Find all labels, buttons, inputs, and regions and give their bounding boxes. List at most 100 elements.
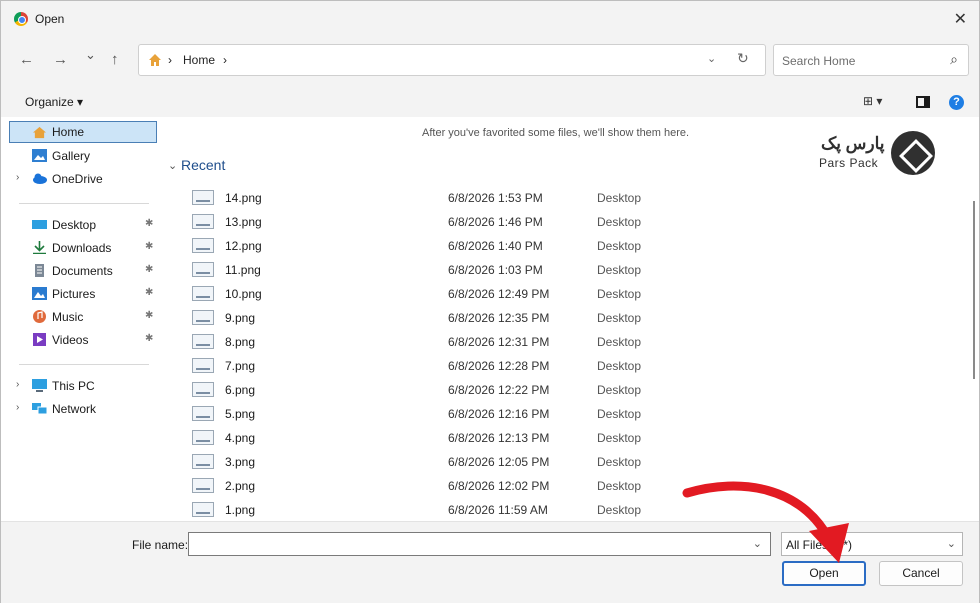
file-name: 7.png — [225, 359, 256, 373]
image-file-icon — [192, 406, 214, 421]
file-date-modified: 6/8/2026 12:28 PM — [448, 359, 550, 373]
sidebar-item-network[interactable]: › Network — [1, 398, 161, 420]
file-name: 12.png — [225, 239, 262, 253]
sidebar-divider — [19, 203, 149, 204]
file-name: 6.png — [225, 383, 256, 397]
vertical-scrollbar[interactable] — [969, 117, 979, 521]
sidebar-item-gallery[interactable]: Gallery — [1, 145, 161, 167]
collapse-chevron-icon[interactable]: ⌄ — [168, 159, 177, 172]
file-row[interactable]: 1.png 6/8/2026 11:59 AM Desktop — [192, 498, 692, 521]
back-arrow-icon[interactable]: ← — [19, 51, 34, 68]
file-location: Desktop — [597, 311, 642, 325]
sidebar-divider — [19, 364, 149, 365]
recent-locations-icon[interactable]: ⌄ — [85, 47, 96, 63]
file-name: 14.png — [225, 191, 262, 205]
scrollbar-thumb[interactable] — [973, 201, 975, 379]
file-date-modified: 6/8/2026 12:02 PM — [448, 479, 550, 493]
file-name: 13.png — [225, 215, 262, 229]
file-row[interactable]: 5.png 6/8/2026 12:16 PM Desktop — [192, 402, 692, 426]
network-icon — [32, 403, 47, 415]
videos-icon — [33, 333, 46, 346]
file-name-dropdown-icon[interactable]: ⌄ — [753, 537, 762, 550]
file-row[interactable]: 12.png 6/8/2026 1:40 PM Desktop — [192, 234, 692, 258]
file-row[interactable]: 8.png 6/8/2026 12:31 PM Desktop — [192, 330, 692, 354]
pc-icon — [32, 379, 47, 392]
file-row[interactable]: 4.png 6/8/2026 12:13 PM Desktop — [192, 426, 692, 450]
file-date-modified: 6/8/2026 12:22 PM — [448, 383, 550, 397]
image-file-icon — [192, 430, 214, 445]
search-icon[interactable]: ⌕ — [950, 51, 958, 68]
file-date-modified: 6/8/2026 1:40 PM — [448, 239, 543, 253]
image-file-icon — [192, 238, 214, 253]
refresh-icon[interactable]: ↻ — [737, 50, 749, 67]
file-row[interactable]: 7.png 6/8/2026 12:28 PM Desktop — [192, 354, 692, 378]
file-date-modified: 6/8/2026 12:35 PM — [448, 311, 550, 325]
pin-icon: ✱ — [145, 333, 154, 344]
close-icon[interactable]: ✕ — [954, 9, 967, 29]
file-location: Desktop — [597, 359, 642, 373]
expand-chevron-icon[interactable]: › — [16, 172, 19, 183]
image-file-icon — [192, 454, 214, 469]
group-header-recent[interactable]: Recent — [181, 157, 225, 173]
sidebar-item-music[interactable]: Music ✱ — [1, 306, 161, 328]
file-type-value: All Files (*.*) — [786, 538, 853, 552]
cancel-button[interactable]: Cancel — [879, 561, 963, 586]
sidebar-item-home[interactable]: Home — [9, 121, 157, 143]
sidebar-item-desktop[interactable]: Desktop ✱ — [1, 214, 161, 236]
file-row[interactable]: 13.png 6/8/2026 1:46 PM Desktop — [192, 210, 692, 234]
sidebar-item-documents[interactable]: Documents ✱ — [1, 260, 161, 282]
organize-button[interactable]: Organize ▾ — [25, 95, 83, 109]
file-row[interactable]: 9.png 6/8/2026 12:35 PM Desktop — [192, 306, 692, 330]
file-name-input[interactable]: ⌄ — [188, 532, 771, 556]
file-row[interactable]: 10.png 6/8/2026 12:49 PM Desktop — [192, 282, 692, 306]
sidebar-item-downloads[interactable]: Downloads ✱ — [1, 237, 161, 259]
view-options-icon[interactable]: ⊞ ▾ — [863, 94, 882, 108]
search-box[interactable]: Search Home ⌕ — [773, 44, 969, 76]
file-location: Desktop — [597, 431, 642, 445]
help-icon[interactable]: ? — [949, 95, 964, 110]
file-date-modified: 6/8/2026 1:46 PM — [448, 215, 543, 229]
file-location: Desktop — [597, 215, 642, 229]
open-button[interactable]: Open — [782, 561, 866, 586]
pin-icon: ✱ — [145, 218, 154, 229]
file-type-dropdown-icon[interactable]: ⌄ — [947, 537, 956, 550]
sidebar-item-label: Downloads — [52, 241, 112, 255]
navigation-bar: ← → ⌄ ↑ › Home › ⌄ ↻ Search Home ⌕ — [1, 37, 979, 85]
address-bar[interactable]: › Home › ⌄ ↻ — [138, 44, 766, 76]
sidebar-item-label: Pictures — [52, 287, 96, 301]
file-date-modified: 6/8/2026 12:49 PM — [448, 287, 550, 301]
file-row[interactable]: 6.png 6/8/2026 12:22 PM Desktop — [192, 378, 692, 402]
sidebar-item-onedrive[interactable]: › OneDrive — [1, 168, 161, 190]
up-arrow-icon[interactable]: ↑ — [111, 51, 119, 68]
file-location: Desktop — [597, 407, 642, 421]
file-name: 1.png — [225, 503, 256, 517]
breadcrumb-home[interactable]: Home — [183, 53, 215, 67]
file-row[interactable]: 11.png 6/8/2026 1:03 PM Desktop — [192, 258, 692, 282]
breadcrumb-separator[interactable]: › — [223, 53, 227, 67]
sidebar-item-this-pc[interactable]: › This PC — [1, 375, 161, 397]
expand-chevron-icon[interactable]: › — [16, 379, 19, 390]
sidebar-item-pictures[interactable]: Pictures ✱ — [1, 283, 161, 305]
address-dropdown-icon[interactable]: ⌄ — [707, 52, 716, 65]
file-row[interactable]: 3.png 6/8/2026 12:05 PM Desktop — [192, 450, 692, 474]
preview-pane-icon[interactable] — [916, 96, 930, 108]
file-date-modified: 6/8/2026 1:53 PM — [448, 191, 543, 205]
pin-icon: ✱ — [145, 287, 154, 298]
pin-icon: ✱ — [145, 310, 154, 321]
image-file-icon — [192, 502, 214, 517]
file-date-modified: 6/8/2026 11:59 AM — [448, 503, 548, 517]
sidebar-item-videos[interactable]: Videos ✱ — [1, 329, 161, 351]
file-row[interactable]: 14.png 6/8/2026 1:53 PM Desktop — [192, 186, 692, 210]
image-file-icon — [192, 262, 214, 277]
breadcrumb-separator: › — [168, 53, 172, 67]
toolbar: Organize ▾ ⊞ ▾ ? — [1, 85, 979, 117]
expand-chevron-icon[interactable]: › — [16, 402, 19, 413]
file-type-select[interactable]: All Files (*.*) ⌄ — [781, 532, 963, 556]
file-row[interactable]: 2.png 6/8/2026 12:02 PM Desktop — [192, 474, 692, 498]
window-title: Open — [35, 12, 65, 26]
sidebar-item-label: Home — [52, 125, 85, 139]
file-location: Desktop — [597, 335, 642, 349]
forward-arrow-icon[interactable]: → — [53, 51, 68, 68]
sidebar-item-label: Music — [52, 310, 84, 324]
sidebar-item-label: OneDrive — [52, 172, 103, 186]
